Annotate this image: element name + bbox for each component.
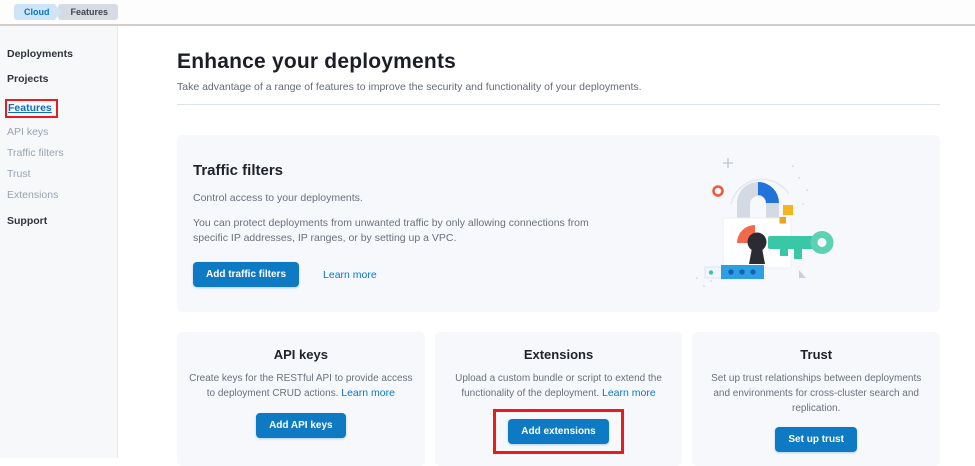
card-api-keys: API keys Create keys for the RESTful API… <box>177 332 425 466</box>
card-api-keys-learn-more-link[interactable]: Learn more <box>341 387 395 399</box>
traffic-filters-learn-more-link[interactable]: Learn more <box>323 269 377 281</box>
page-title: Enhance your deployments <box>177 50 940 74</box>
traffic-filters-line2: You can protect deployments from unwante… <box>193 216 625 246</box>
page: Cloud Features Deployments Projects Feat… <box>0 0 975 460</box>
card-extensions-text: Upload a custom bundle or script to exte… <box>447 371 671 402</box>
add-extensions-button[interactable]: Add extensions <box>508 419 608 444</box>
traffic-filters-content: Traffic filters Control access to your d… <box>193 160 625 288</box>
breadcrumb-item-cloud[interactable]: Cloud <box>14 4 62 20</box>
sidebar-item-support[interactable]: Support <box>7 215 111 227</box>
traffic-filters-title: Traffic filters <box>193 162 625 179</box>
sidebar-item-trust[interactable]: Trust <box>7 168 111 180</box>
card-extensions-learn-more-link[interactable]: Learn more <box>602 387 656 399</box>
card-extensions: Extensions Upload a custom bundle or scr… <box>435 332 683 466</box>
card-trust-button-row: Set up trust <box>704 427 928 452</box>
sidebar-item-projects[interactable]: Projects <box>7 73 111 85</box>
card-trust-title: Trust <box>704 347 928 362</box>
card-trust-text-body: Set up trust relationships between deplo… <box>711 373 921 414</box>
card-api-keys-title: API keys <box>189 347 413 362</box>
traffic-filters-actions: Add traffic filters Learn more <box>193 262 625 287</box>
add-api-keys-button[interactable]: Add API keys <box>256 413 346 438</box>
traffic-filters-panel: Traffic filters Control access to your d… <box>177 135 940 312</box>
sidebar: Deployments Projects Features API keys T… <box>0 26 118 458</box>
page-subtitle: Take advantage of a range of features to… <box>177 81 940 93</box>
padlock-key-illustration-svg <box>675 150 865 298</box>
card-trust: Trust Set up trust relationships between… <box>692 332 940 466</box>
feature-cards: API keys Create keys for the RESTful API… <box>177 332 940 466</box>
set-up-trust-button[interactable]: Set up trust <box>775 427 857 452</box>
add-traffic-filters-button[interactable]: Add traffic filters <box>193 262 299 287</box>
card-trust-text: Set up trust relationships between deplo… <box>704 371 928 416</box>
topbar: Cloud Features <box>0 0 975 26</box>
annotation-box-add-extensions: Add extensions <box>493 409 623 454</box>
main-content: Enhance your deployments Take advantage … <box>118 26 975 458</box>
header-divider <box>177 104 940 105</box>
card-extensions-title: Extensions <box>447 347 671 362</box>
card-api-keys-text: Create keys for the RESTful API to provi… <box>189 371 413 402</box>
breadcrumb: Cloud Features <box>14 4 118 20</box>
card-extensions-button-row: Add extensions <box>447 413 671 450</box>
traffic-filters-line1: Control access to your deployments. <box>193 191 625 206</box>
breadcrumb-item-features[interactable]: Features <box>58 4 119 20</box>
content-row: Deployments Projects Features API keys T… <box>0 26 975 458</box>
sidebar-item-extensions[interactable]: Extensions <box>7 189 111 201</box>
card-api-keys-button-row: Add API keys <box>189 413 413 438</box>
sidebar-item-api-keys[interactable]: API keys <box>7 126 111 138</box>
sidebar-item-traffic-filters[interactable]: Traffic filters <box>7 147 111 159</box>
padlock-key-illustration <box>675 150 865 298</box>
sidebar-item-deployments[interactable]: Deployments <box>7 48 111 60</box>
sidebar-item-features[interactable]: Features <box>5 99 58 118</box>
